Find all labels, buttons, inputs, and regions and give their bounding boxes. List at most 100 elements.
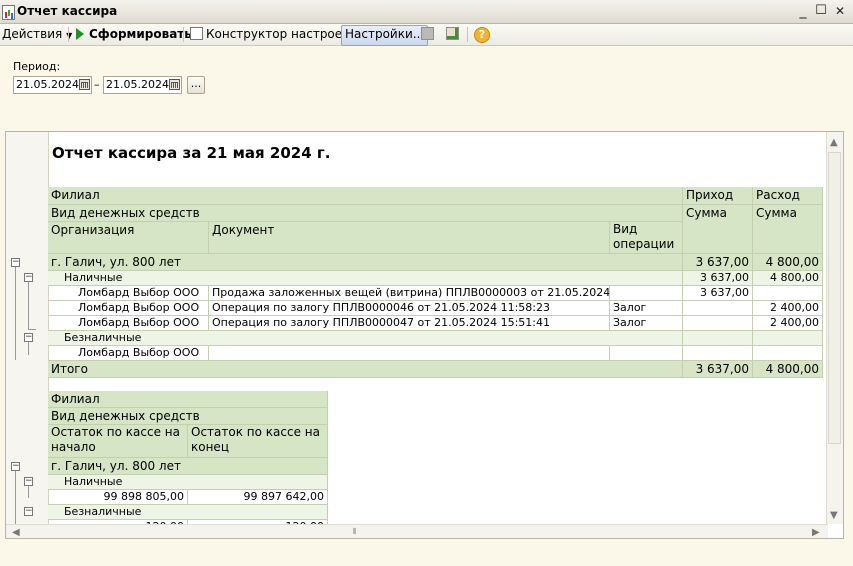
header-document: Документ [209, 222, 610, 254]
group-income: 3 637,00 [683, 254, 753, 271]
collapse-group-icon[interactable]: − [11, 258, 20, 267]
collapse-cash-icon[interactable]: − [24, 273, 33, 282]
settings-constructor-button[interactable]: Конструктор настроек... [190, 25, 361, 44]
constructor-icon [190, 27, 203, 40]
row-expense: 2 400,00 [753, 316, 823, 331]
period-label: Период: [13, 60, 61, 73]
balance-cash-end: 99 897 642,00 [188, 490, 328, 505]
scroll-right-icon[interactable]: ▶ [812, 527, 820, 538]
header-branch: Филиал [48, 187, 683, 205]
header-expense: Расход [753, 187, 823, 205]
row-income [683, 346, 753, 361]
row-income: 3 637,00 [683, 286, 753, 301]
row-organization: Ломбард Выбор ООО [48, 301, 209, 316]
horizontal-scroll-thumb[interactable]: ⦀ [353, 527, 357, 537]
row-document[interactable]: Операция по залогу ППЛВ0000046 от 21.05.… [209, 301, 610, 316]
calendar-icon[interactable] [169, 79, 180, 90]
row-expense [753, 286, 823, 301]
dropdown-arrow-icon: ▼ [66, 31, 73, 40]
header-money-type: Вид денежных средств [48, 205, 683, 222]
constructor-label: Конструктор настроек... [206, 27, 361, 41]
generate-label: Сформировать [89, 27, 192, 41]
actions-menu[interactable]: Действия ▼ [2, 25, 72, 44]
calendar-icon[interactable] [79, 79, 90, 90]
tree-line [15, 267, 16, 342]
header-operation-type: Вид операции [610, 222, 683, 254]
tree-line [28, 486, 29, 498]
tree-line [15, 342, 16, 360]
cash-subgroup-name: Наличные [48, 271, 683, 286]
collapse-cash-icon[interactable]: − [24, 477, 33, 486]
toolbar-separator [467, 27, 468, 42]
toolbar-separator [68, 27, 69, 42]
period-end-value: 21.05.2024 [106, 78, 169, 91]
total-label: Итого [48, 361, 683, 378]
window-titlebar: Отчет кассира _ ☐ ✕ [0, 0, 853, 24]
close-button[interactable]: ✕ [832, 3, 848, 19]
period-separator: – [94, 78, 100, 91]
minimize-button[interactable]: _ [795, 3, 811, 19]
row-document[interactable]: Продажа заложенных вещей (витрина) ППЛВ0… [209, 286, 610, 301]
group-expense: 4 800,00 [753, 254, 823, 271]
tree-line [28, 282, 29, 329]
scroll-left-icon[interactable]: ◀ [12, 527, 20, 538]
noncash-expense [753, 331, 823, 346]
tree-line [28, 342, 29, 355]
window-title: Отчет кассира [17, 4, 118, 18]
save-variant-button[interactable] [421, 25, 434, 44]
report-title: Отчет кассира за 21 мая 2024 г. [52, 144, 331, 162]
total-income: 3 637,00 [683, 361, 753, 378]
collapse-noncash-icon[interactable]: − [24, 507, 33, 516]
row-income [683, 316, 753, 331]
row-organization: Ломбард Выбор ООО [48, 316, 209, 331]
period-end-field[interactable]: 21.05.2024 [103, 76, 182, 94]
vertical-scrollbar[interactable]: ▲ ▼ [826, 132, 843, 524]
total-expense: 4 800,00 [753, 361, 823, 378]
scroll-down-icon[interactable]: ▼ [830, 510, 838, 521]
balance-noncash-name: Безналичные [48, 505, 328, 520]
header-organization: Организация [48, 222, 209, 254]
row-operation-type: Залог [610, 301, 683, 316]
period-start-value: 21.05.2024 [16, 78, 79, 91]
header-income-sum: Сумма [683, 205, 753, 254]
balance-cash-start: 99 898 805,00 [48, 490, 188, 505]
scroll-up-icon[interactable]: ▲ [830, 137, 838, 148]
toolbar: Действия ▼ Сформировать Конструктор наст… [0, 24, 853, 46]
vertical-scroll-thumb[interactable] [828, 152, 841, 444]
report-spreadsheet[interactable]: − − − − − − Отчет кассира за 21 мая 2024… [5, 131, 844, 539]
save-variant-icon [421, 27, 434, 40]
row-document [209, 346, 610, 361]
cash-income: 3 637,00 [683, 271, 753, 286]
row-income [683, 301, 753, 316]
report-app-icon [2, 5, 15, 20]
horizontal-scrollbar[interactable]: ◀ ⦀ ▶ [6, 524, 828, 538]
collapse-noncash-icon[interactable]: − [24, 333, 33, 342]
tree-line [15, 471, 16, 524]
row-organization: Ломбард Выбор ООО [48, 346, 209, 361]
period-select-button[interactable]: ... [187, 76, 205, 94]
row-expense [753, 346, 823, 361]
generate-button[interactable]: Сформировать [76, 25, 192, 44]
tree-line [28, 329, 36, 330]
collapse-group-icon[interactable]: − [11, 462, 20, 471]
row-operation-type [610, 346, 683, 361]
row-expense: 2 400,00 [753, 301, 823, 316]
row-document[interactable]: Операция по залогу ППЛВ0000047 от 21.05.… [209, 316, 610, 331]
row-operation-type: Залог [610, 316, 683, 331]
balance-header-start: Остаток по кассе на начало [48, 425, 188, 458]
play-icon [76, 28, 84, 40]
help-button[interactable]: ? [474, 25, 490, 44]
period-start-field[interactable]: 21.05.2024 [13, 76, 92, 94]
balance-header-money-type: Вид денежных средств [48, 408, 328, 425]
load-variant-button[interactable] [446, 25, 459, 44]
row-organization: Ломбард Выбор ООО [48, 286, 209, 301]
header-expense-sum: Сумма [753, 205, 823, 254]
noncash-subgroup-name: Безналичные [48, 331, 683, 346]
actions-label: Действия [2, 27, 63, 41]
load-variant-icon [446, 27, 459, 40]
balance-group-name: г. Галич, ул. 800 лет [48, 458, 328, 475]
balance-header-branch: Филиал [48, 391, 328, 408]
balance-cash-name: Наличные [48, 475, 328, 490]
maximize-button[interactable]: ☐ [813, 3, 829, 19]
settings-button[interactable]: Настройки... [341, 25, 429, 46]
